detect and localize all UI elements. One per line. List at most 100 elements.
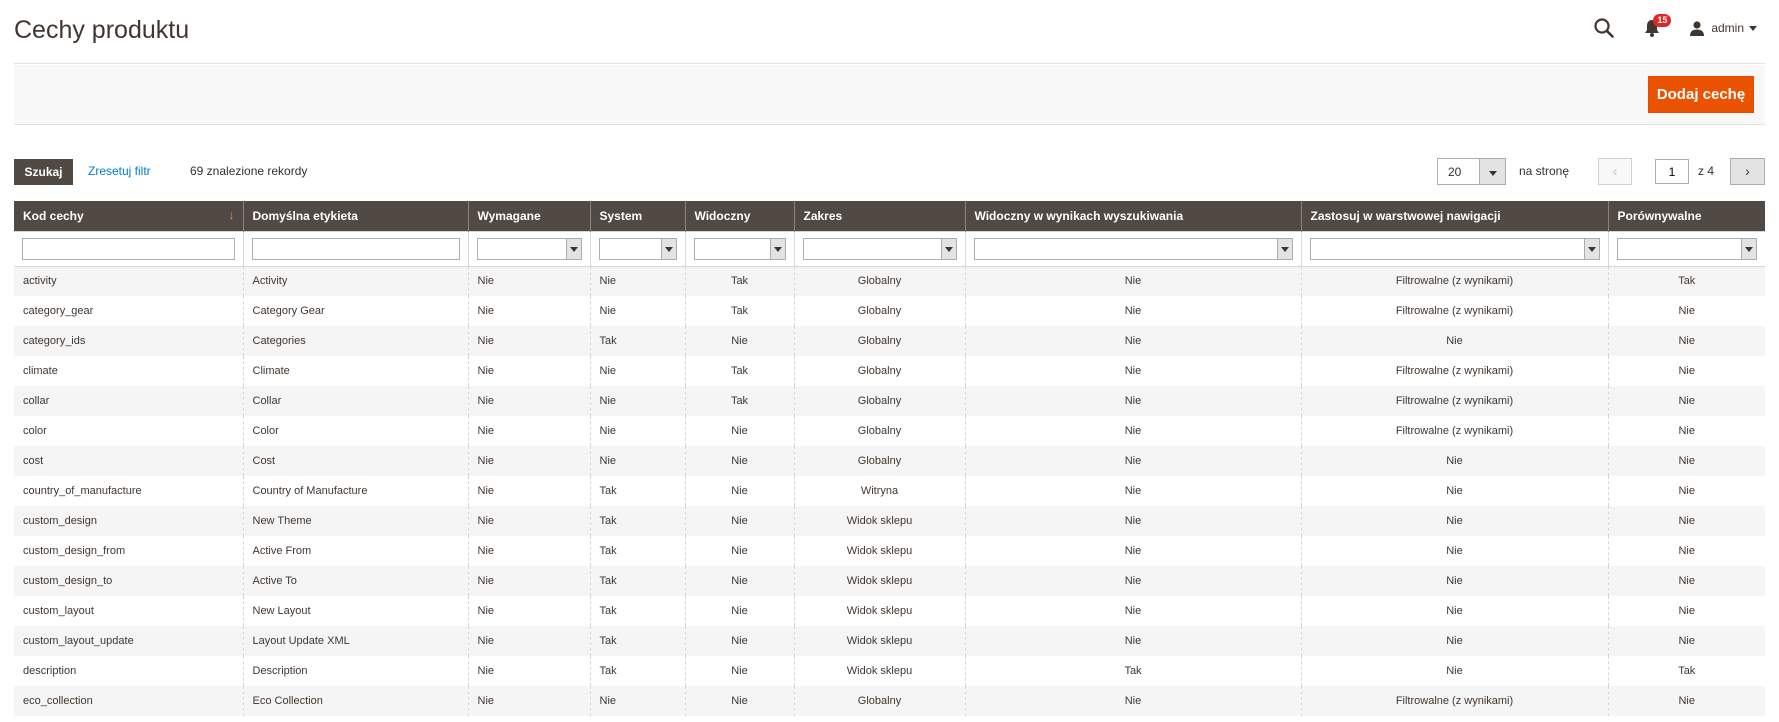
cell-label: Active From (242, 536, 468, 566)
column-header-code[interactable]: Kod cechy ↓ (14, 201, 243, 231)
cell-system: Nie (589, 686, 685, 716)
cell-required: Nie (467, 626, 590, 656)
cell-scope: Widok sklepu (793, 536, 965, 566)
cell-scope: Widok sklepu (793, 596, 965, 626)
column-header-required[interactable]: Wymagane (467, 201, 590, 231)
cell-label: Climate (242, 356, 468, 386)
table-row[interactable]: custom_layout_update Layout Update XML Nie… (14, 626, 1765, 656)
previous-page-button[interactable]: ‹ (1598, 158, 1632, 185)
reset-filter-link[interactable]: Zresetuj filtr (88, 164, 151, 178)
cell-label: Category Gear (242, 296, 468, 326)
cell-label: Cost (242, 446, 468, 476)
cell-system: Tak (589, 656, 685, 686)
cell-searchable: Nie (964, 296, 1301, 326)
next-page-button[interactable]: › (1730, 158, 1765, 185)
column-header-layered-nav[interactable]: Zastosuj w warstwowej nawigacji (1300, 201, 1608, 231)
cell-scope: Globalny (793, 446, 965, 476)
filter-system-select[interactable] (598, 237, 677, 260)
chevron-down-icon[interactable] (1479, 159, 1505, 184)
cell-searchable: Nie (964, 446, 1301, 476)
cell-required: Nie (467, 446, 590, 476)
cell-visible: Nie (684, 686, 794, 716)
chevron-down-icon (1749, 25, 1757, 31)
cell-layered-nav: Nie (1300, 596, 1608, 626)
cell-system: Tak (589, 326, 685, 356)
page-number-input[interactable] (1655, 159, 1689, 184)
cell-scope: Globalny (793, 296, 965, 326)
cell-layered-nav: Filtrowalne (z wynikami) (1300, 296, 1608, 326)
table-row[interactable]: custom_design_to Active To Nie Tak Nie Widok … (14, 566, 1765, 596)
filter-label-input[interactable] (251, 237, 460, 260)
filter-code-input[interactable] (22, 237, 235, 260)
cell-layered-nav: Filtrowalne (z wynikami) (1300, 416, 1608, 446)
table-row[interactable]: cost Cost Nie Nie Nie Globalny Nie Nie Nie (14, 446, 1765, 476)
filter-scope-select[interactable] (802, 237, 957, 260)
table-row[interactable]: category_ids Categories Nie Tak Nie Globalny N… (14, 326, 1765, 356)
table-row[interactable]: collar Collar Nie Nie Tak Globalny Nie Filtrowa… (14, 386, 1765, 416)
search-button[interactable]: Szukaj (14, 159, 73, 185)
filter-comparable-select[interactable] (1616, 237, 1757, 260)
cell-layered-nav: Filtrowalne (z wynikami) (1300, 266, 1608, 296)
user-menu[interactable]: admin (1689, 20, 1757, 36)
column-header-visible[interactable]: Widoczny (684, 201, 794, 231)
cell-layered-nav: Filtrowalne (z wynikami) (1300, 386, 1608, 416)
column-header-scope[interactable]: Zakres (793, 201, 965, 231)
page-header: Cechy produktu 15 admin (14, 0, 1765, 64)
grid-toolbar: Szukaj Zresetuj filtr 69 znalezione reko… (14, 158, 1765, 185)
cell-system: Nie (589, 356, 685, 386)
cell-system: Nie (589, 296, 685, 326)
table-row[interactable]: color Color Nie Nie Nie Globalny Nie Filtrowaln… (14, 416, 1765, 446)
filter-searchable-select[interactable] (973, 237, 1293, 260)
table-row[interactable]: custom_design New Theme Nie Tak Nie Widok skl… (14, 506, 1765, 536)
column-header-searchable[interactable]: Widoczny w wynikach wyszukiwania (964, 201, 1301, 231)
cell-required: Nie (467, 506, 590, 536)
cell-comparable: Nie (1607, 476, 1765, 506)
cell-comparable: Nie (1607, 566, 1765, 596)
table-row[interactable]: custom_layout New Layout Nie Tak Nie Widok sk… (14, 596, 1765, 626)
filter-required-select[interactable] (476, 237, 582, 260)
table-row[interactable]: category_gear Category Gear Nie Nie Tak Globa… (14, 296, 1765, 326)
cell-searchable: Nie (964, 356, 1301, 386)
notifications-button[interactable]: 15 (1641, 14, 1672, 39)
filter-visible-select[interactable] (693, 237, 786, 260)
cell-label: Categories (242, 326, 468, 356)
column-header-comparable[interactable]: Porównywalne (1607, 201, 1765, 231)
cell-layered-nav: Nie (1300, 656, 1608, 686)
per-page-select[interactable]: 20 (1437, 158, 1506, 185)
cell-scope: Globalny (793, 266, 965, 296)
per-page-label: na stronę (1519, 164, 1570, 178)
cell-system: Tak (589, 476, 685, 506)
attributes-grid: Kod cechy ↓ Domyślna etykieta Wymagane Sy… (14, 201, 1765, 716)
cell-code: custom_layout (14, 596, 243, 626)
cell-layered-nav: Nie (1300, 506, 1608, 536)
table-row[interactable]: custom_design_from Active From Nie Tak Nie Wi… (14, 536, 1765, 566)
column-header-system[interactable]: System (589, 201, 685, 231)
user-name: admin (1711, 21, 1744, 35)
table-row[interactable]: eco_collection Eco Collection Nie Nie Nie Glo… (14, 686, 1765, 716)
table-row[interactable]: climate Climate Nie Nie Tak Globalny Nie Filtro… (14, 356, 1765, 386)
cell-code: collar (14, 386, 243, 416)
cell-scope: Widok sklepu (793, 566, 965, 596)
cell-comparable: Nie (1607, 326, 1765, 356)
cell-required: Nie (467, 266, 590, 296)
add-attribute-button[interactable]: Dodaj cechę (1648, 76, 1754, 113)
cell-code: activity (14, 266, 243, 296)
cell-required: Nie (467, 296, 590, 326)
cell-comparable: Nie (1607, 356, 1765, 386)
cell-code: custom_design_from (14, 536, 243, 566)
search-icon[interactable] (1593, 17, 1615, 39)
table-row[interactable]: country_of_manufacture Country of Manufac… (14, 476, 1765, 506)
column-header-label[interactable]: Domyślna etykieta (242, 201, 468, 231)
notification-badge: 15 (1653, 14, 1672, 27)
cell-comparable: Nie (1607, 416, 1765, 446)
cell-searchable: Nie (964, 326, 1301, 356)
filter-layered-nav-select[interactable] (1309, 237, 1600, 260)
total-pages: z 4 (1698, 164, 1715, 178)
cell-code: custom_design_to (14, 566, 243, 596)
table-row[interactable]: activity Activity Nie Nie Tak Globalny Nie Filt… (14, 266, 1765, 296)
cell-scope: Widok sklepu (793, 656, 965, 686)
cell-system: Nie (589, 386, 685, 416)
cell-code: color (14, 416, 243, 446)
table-row[interactable]: description Description Nie Tak Nie Widok skl… (14, 656, 1765, 686)
cell-searchable: Nie (964, 686, 1301, 716)
